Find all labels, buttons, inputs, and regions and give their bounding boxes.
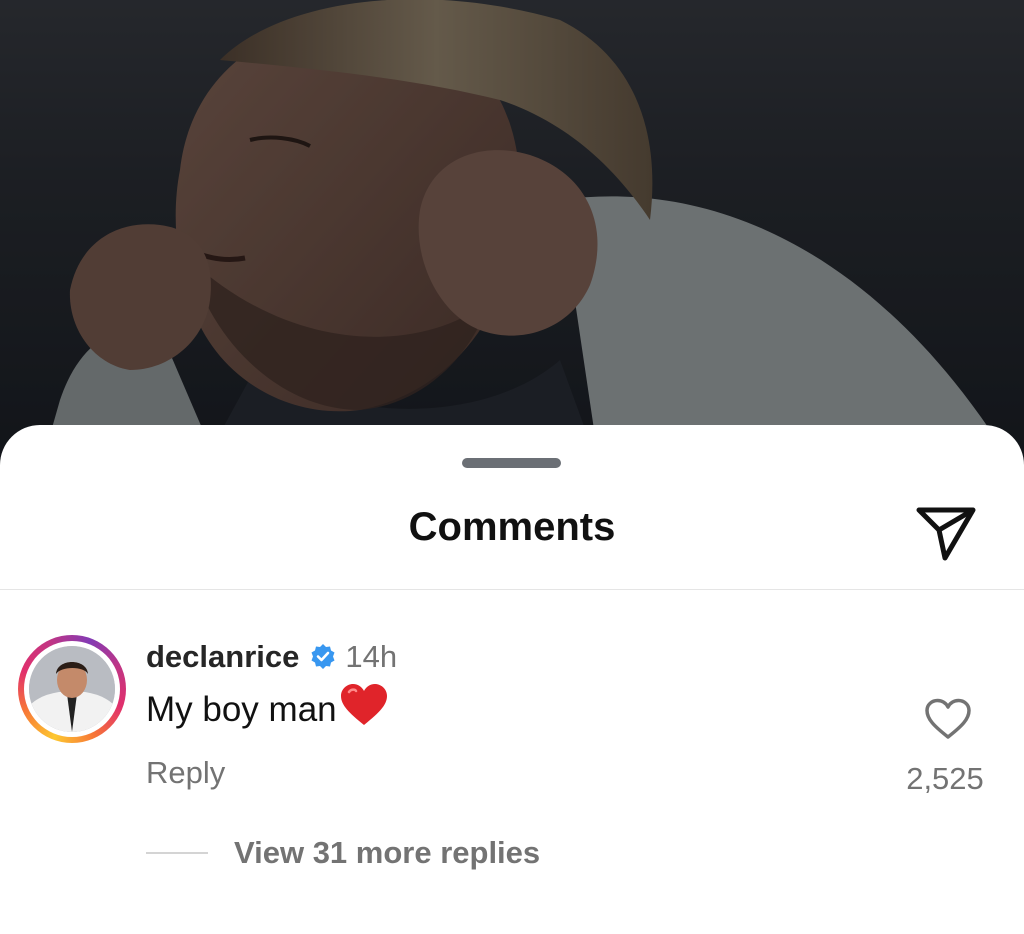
comments-sheet: Comments declanrice 14h My boy man Reply…	[0, 425, 1024, 934]
username[interactable]: declanrice	[146, 639, 299, 675]
paper-plane-icon	[915, 504, 977, 567]
sheet-header: Comments	[0, 485, 1024, 590]
comment-item: declanrice 14h My boy man Reply 2,525 Vi…	[0, 613, 1024, 913]
story-ring[interactable]	[18, 635, 126, 743]
replies-divider	[146, 852, 208, 854]
avatar	[29, 646, 115, 732]
comment-header: declanrice 14h	[146, 637, 397, 677]
verified-badge-icon	[309, 643, 337, 671]
share-button[interactable]	[912, 501, 980, 569]
sheet-grabber[interactable]	[462, 458, 561, 468]
like-count: 2,525	[906, 761, 984, 796]
post-photo	[0, 0, 1024, 470]
reply-button[interactable]: Reply	[146, 755, 225, 791]
heart-outline-icon	[924, 698, 972, 745]
comment-text-row: My boy man	[146, 683, 389, 736]
post-photo-illustration	[0, 0, 1024, 470]
comments-screen: Comments declanrice 14h My boy man Reply…	[0, 0, 1024, 934]
red-heart-emoji-icon	[339, 683, 389, 736]
like-button[interactable]	[920, 693, 976, 749]
comment-timestamp: 14h	[345, 639, 398, 674]
comment-text: My boy man	[146, 690, 337, 729]
view-replies-button[interactable]: View 31 more replies	[146, 835, 540, 871]
view-replies-label: View 31 more replies	[234, 835, 541, 870]
sheet-title: Comments	[408, 505, 616, 549]
